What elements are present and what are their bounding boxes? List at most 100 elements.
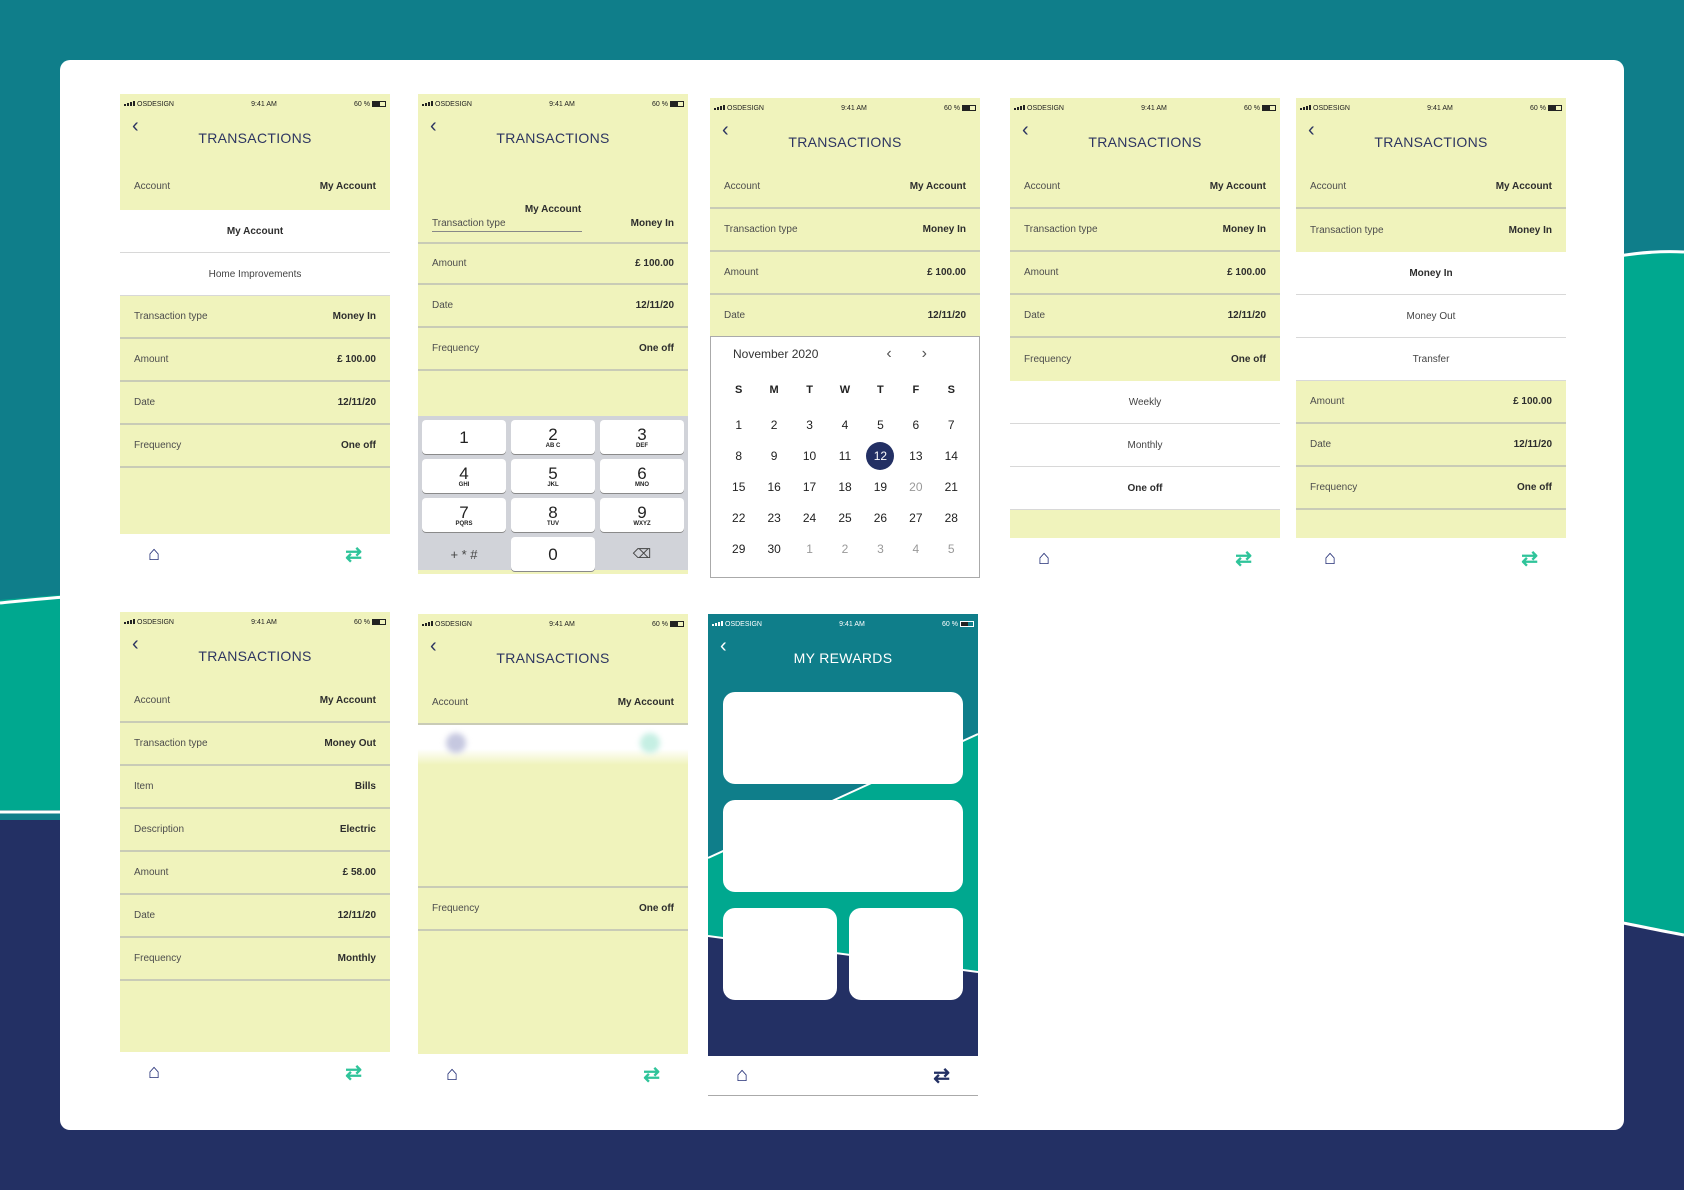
- row-amount[interactable]: Amount £ 100.00: [1296, 381, 1566, 424]
- calendar-day[interactable]: 2: [827, 533, 862, 564]
- calendar-day[interactable]: 26: [863, 502, 898, 533]
- row-account[interactable]: Account My Account: [120, 680, 390, 723]
- option-weekly[interactable]: Weekly: [1010, 381, 1280, 424]
- chevron-right-icon[interactable]: ›: [922, 345, 957, 362]
- calendar-day[interactable]: 27: [898, 502, 933, 533]
- row-account[interactable]: Account My Account: [1010, 166, 1280, 209]
- row-frequency[interactable]: Frequency One off: [1296, 467, 1566, 510]
- row-date[interactable]: Date 12/11/20: [1296, 424, 1566, 467]
- row-amount[interactable]: Amount £ 100.00: [120, 339, 390, 382]
- row-transaction-type[interactable]: Transaction type Money In: [1010, 209, 1280, 252]
- reward-card-4[interactable]: [849, 908, 963, 1000]
- key-1[interactable]: 1: [422, 420, 506, 454]
- calendar-day[interactable]: 2: [756, 409, 791, 440]
- calendar-day[interactable]: 21: [934, 471, 969, 502]
- calendar-day[interactable]: 1: [792, 533, 827, 564]
- calendar-day[interactable]: 4: [827, 409, 862, 440]
- calendar-day[interactable]: 28: [934, 502, 969, 533]
- calendar-day[interactable]: 17: [792, 471, 827, 502]
- row-frequency[interactable]: Frequency One off: [120, 425, 390, 468]
- option-money-out[interactable]: Money Out: [1296, 295, 1566, 338]
- home-icon[interactable]: ⌂: [1324, 547, 1336, 570]
- calendar-day[interactable]: 8: [721, 440, 756, 471]
- calendar-day[interactable]: 11: [827, 440, 862, 471]
- calendar-day[interactable]: 4: [898, 533, 933, 564]
- key-6[interactable]: 6 MNO: [600, 459, 684, 493]
- row-amount[interactable]: Amount £ 100.00: [1010, 252, 1280, 295]
- calendar-day[interactable]: 19: [863, 471, 898, 502]
- key-9[interactable]: 9 WXYZ: [600, 498, 684, 532]
- row-account[interactable]: Account My Account: [120, 162, 390, 210]
- key-5[interactable]: 5 JKL: [511, 459, 595, 493]
- key-7[interactable]: 7 PQRS: [422, 498, 506, 532]
- reward-card-2[interactable]: [723, 800, 963, 892]
- row-item[interactable]: Item Bills: [120, 766, 390, 809]
- option-my-account[interactable]: My Account: [120, 210, 390, 253]
- option-home-improvements[interactable]: Home Improvements: [120, 253, 390, 296]
- option-transfer[interactable]: Transfer: [1296, 338, 1566, 381]
- home-icon[interactable]: ⌂: [1038, 547, 1050, 570]
- row-transaction-type[interactable]: My Account Transaction type Money In: [418, 162, 688, 242]
- calendar-day[interactable]: 18: [827, 471, 862, 502]
- home-icon[interactable]: ⌂: [736, 1064, 748, 1087]
- row-transaction-type[interactable]: Transaction type Money In: [1296, 209, 1566, 252]
- reward-card-3[interactable]: [723, 908, 837, 1000]
- option-monthly[interactable]: Monthly: [1010, 424, 1280, 467]
- calendar-day[interactable]: 13: [898, 440, 933, 471]
- key-8[interactable]: 8 TUV: [511, 498, 595, 532]
- swap-arrows-icon[interactable]: ⇄: [1521, 546, 1538, 571]
- swap-arrows-icon[interactable]: ⇄: [1235, 546, 1252, 571]
- calendar-day[interactable]: 30: [756, 533, 791, 564]
- row-transaction-type[interactable]: Transaction type Money In: [710, 209, 980, 252]
- row-account[interactable]: Account My Account: [1296, 166, 1566, 209]
- row-transaction-type[interactable]: Transaction type Money Out: [120, 723, 390, 766]
- calendar-day[interactable]: 23: [756, 502, 791, 533]
- calendar-day[interactable]: 14: [934, 440, 969, 471]
- row-frequency[interactable]: Frequency Monthly: [120, 938, 390, 981]
- calendar-day[interactable]: 3: [863, 533, 898, 564]
- calendar-day[interactable]: 5: [934, 533, 969, 564]
- swap-arrows-icon[interactable]: ⇄: [643, 1062, 660, 1087]
- calendar-day[interactable]: 3: [792, 409, 827, 440]
- calendar-day[interactable]: 24: [792, 502, 827, 533]
- calendar-day[interactable]: 1: [721, 409, 756, 440]
- row-account[interactable]: Account My Account: [418, 682, 688, 725]
- row-date[interactable]: Date 12/11/20: [418, 285, 688, 328]
- row-date[interactable]: Date 12/11/20: [710, 295, 980, 338]
- row-amount[interactable]: Amount £ 100.00: [710, 252, 980, 295]
- key-4[interactable]: 4 GHI: [422, 459, 506, 493]
- home-icon[interactable]: ⌂: [446, 1063, 458, 1086]
- calendar-day[interactable]: 7: [934, 409, 969, 440]
- calendar-day[interactable]: 6: [898, 409, 933, 440]
- swap-arrows-icon[interactable]: ⇄: [933, 1063, 950, 1088]
- chevron-left-icon[interactable]: ‹: [886, 345, 921, 362]
- option-one-off[interactable]: One off: [1010, 467, 1280, 510]
- calendar-day[interactable]: 29: [721, 533, 756, 564]
- selected-day[interactable]: 12: [866, 441, 895, 470]
- reward-card-1[interactable]: [723, 692, 963, 784]
- calendar-day[interactable]: 9: [756, 440, 791, 471]
- row-amount[interactable]: Amount £ 58.00: [120, 852, 390, 895]
- calendar-day[interactable]: 10: [792, 440, 827, 471]
- row-date[interactable]: Date 12/11/20: [1010, 295, 1280, 338]
- key-0[interactable]: 0: [511, 537, 595, 571]
- calendar-day[interactable]: 15: [721, 471, 756, 502]
- calendar-day[interactable]: 25: [827, 502, 862, 533]
- home-icon[interactable]: ⌂: [148, 1061, 160, 1084]
- backspace-icon[interactable]: ⌫: [600, 537, 684, 571]
- row-description[interactable]: Description Electric: [120, 809, 390, 852]
- key-symbols[interactable]: + * #: [422, 537, 506, 571]
- key-2[interactable]: 2 AB C: [511, 420, 595, 454]
- swap-arrows-icon[interactable]: ⇄: [345, 542, 362, 567]
- key-3[interactable]: 3 DEF: [600, 420, 684, 454]
- row-account[interactable]: Account My Account: [710, 166, 980, 209]
- row-frequency[interactable]: Frequency One off: [1010, 338, 1280, 381]
- row-transaction-type[interactable]: Transaction type Money In: [120, 296, 390, 339]
- calendar-day[interactable]: 20: [898, 471, 933, 502]
- row-amount[interactable]: Amount £ 100.00: [418, 242, 688, 285]
- calendar-day[interactable]: 16: [756, 471, 791, 502]
- home-icon[interactable]: ⌂: [148, 543, 160, 566]
- option-money-in[interactable]: Money In: [1296, 252, 1566, 295]
- row-date[interactable]: Date 12/11/20: [120, 382, 390, 425]
- swap-arrows-icon[interactable]: ⇄: [345, 1060, 362, 1085]
